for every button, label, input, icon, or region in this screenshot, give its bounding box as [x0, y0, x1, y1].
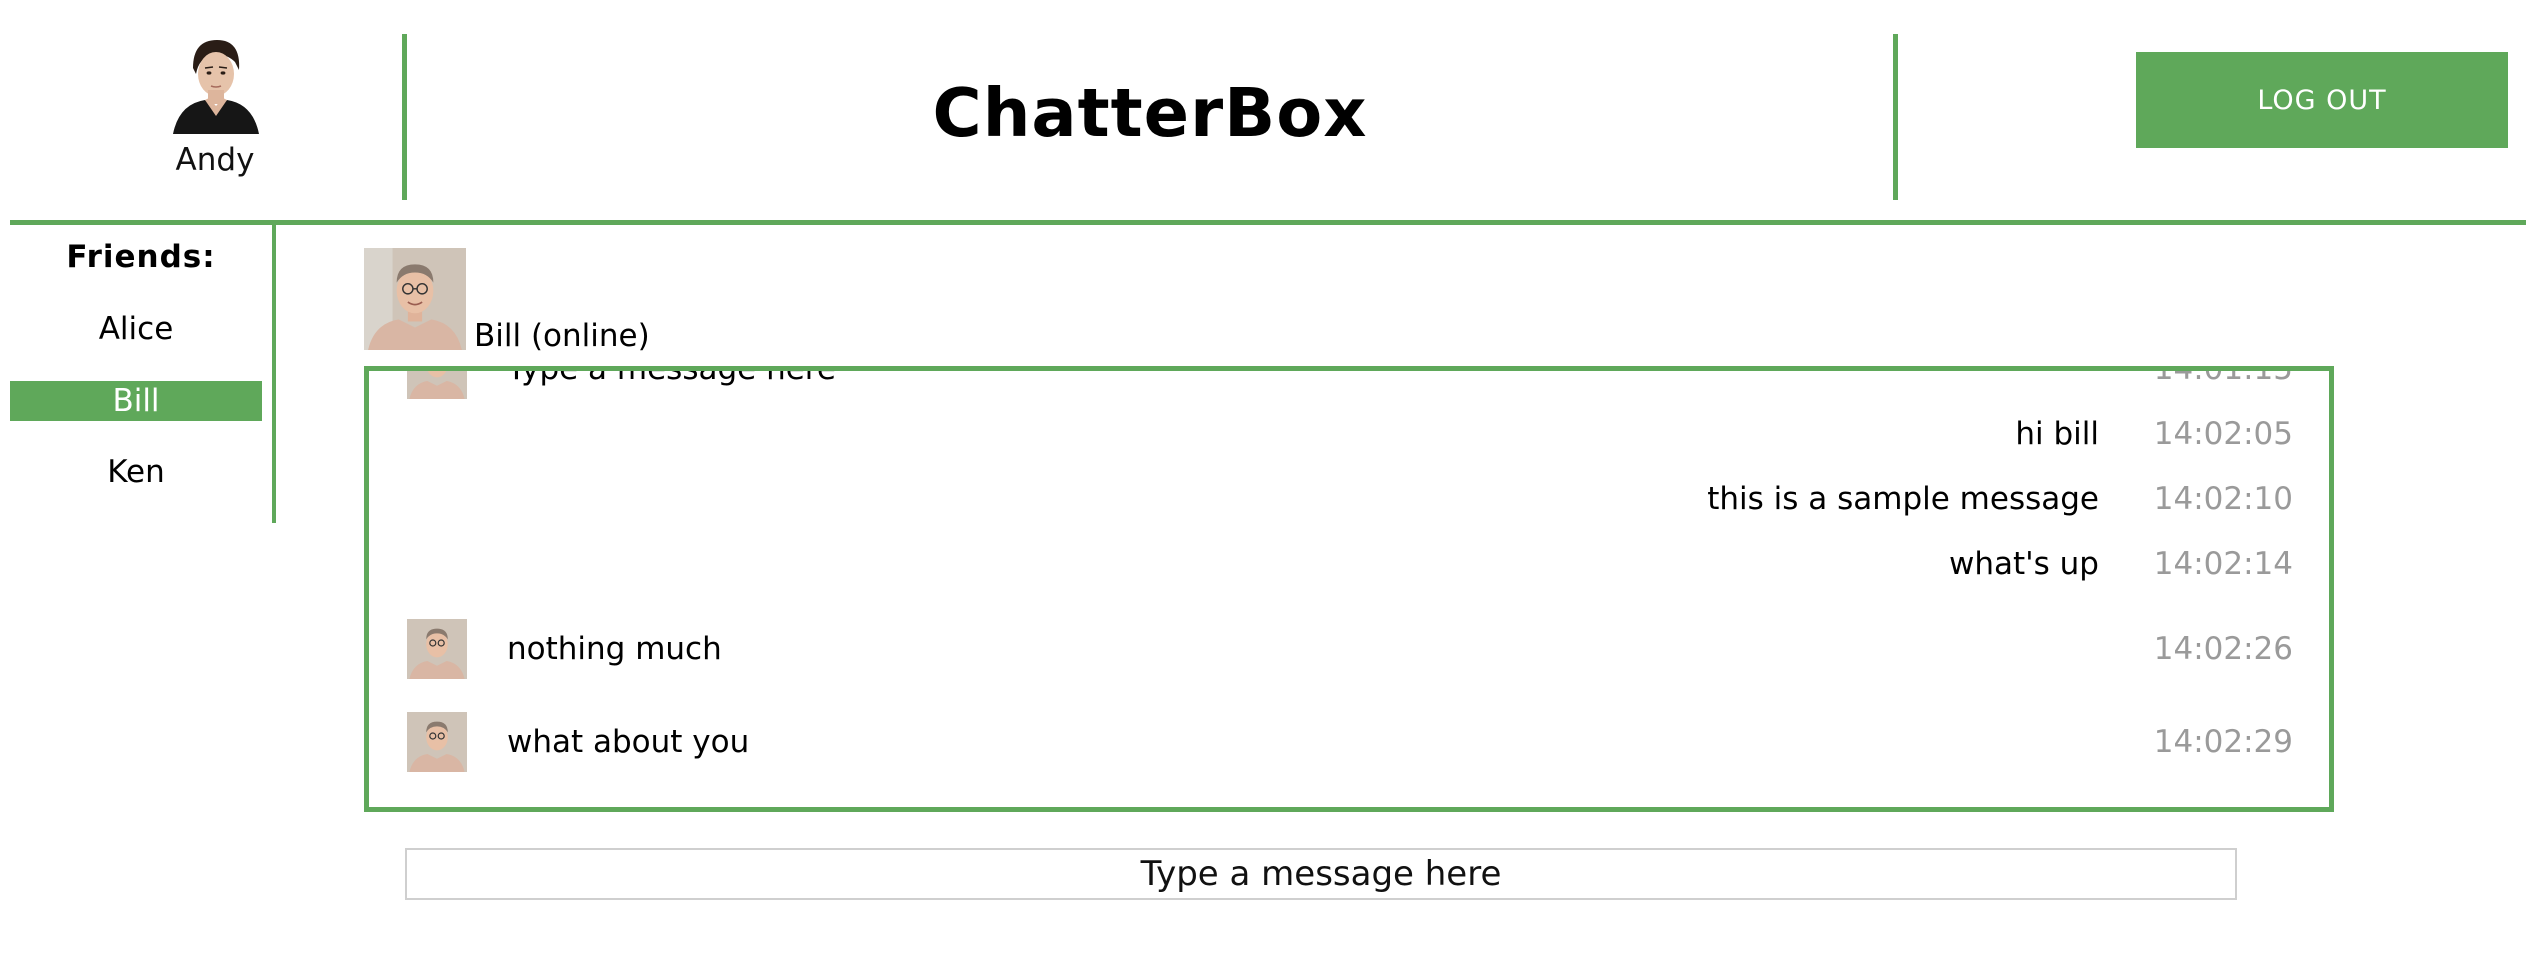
- message-time: 14:02:14: [2153, 546, 2293, 582]
- message-input[interactable]: [405, 848, 2237, 900]
- avatar-bill-icon: [406, 619, 468, 679]
- message-row: nothing much 14:02:26: [369, 619, 2329, 679]
- message-row: this is a sample message 14:02:10: [369, 481, 2329, 541]
- friends-heading: Friends:: [66, 239, 216, 275]
- message-text: what's up: [1948, 546, 2099, 582]
- message-row: Type a message here 14:01:15: [369, 366, 2329, 399]
- message-row: hi bill 14:02:05: [369, 416, 2329, 476]
- header-divider: [10, 220, 2526, 225]
- app-title: ChatterBox: [932, 74, 1368, 152]
- friends-sidebar: Friends: Alice Bill Ken: [10, 225, 276, 523]
- message-text: hi bill: [2015, 416, 2099, 452]
- contact-status: Bill (online): [474, 318, 650, 354]
- message-time: 14:02:10: [2153, 481, 2293, 517]
- avatar-andy-icon: [165, 34, 265, 134]
- message-list[interactable]: Type a message here 14:01:15 hi bill 14:…: [364, 366, 2334, 812]
- message-text: what about you: [507, 724, 750, 760]
- message-text: Type a message here: [507, 366, 836, 387]
- chat-app: Andy ChatterBox LOG OUT Friends: Alice B…: [0, 0, 2536, 976]
- friend-item-alice[interactable]: Alice: [10, 309, 262, 349]
- message-text: this is a sample message: [1707, 481, 2099, 517]
- message-time: 14:02:05: [2153, 416, 2293, 452]
- friend-item-ken[interactable]: Ken: [10, 452, 262, 492]
- avatar-bill-icon: [406, 712, 468, 772]
- logout-button[interactable]: LOG OUT: [2136, 52, 2508, 148]
- message-row: what about you 14:02:29: [369, 712, 2329, 772]
- message-time: 14:02:29: [2153, 724, 2293, 760]
- current-user: Andy: [120, 34, 310, 178]
- message-time: 14:01:15: [2153, 366, 2293, 387]
- avatar-bill-icon: [364, 248, 466, 350]
- current-user-name: Andy: [175, 142, 255, 178]
- message-row: what's up 14:02:14: [369, 546, 2329, 606]
- message-time: 14:02:26: [2153, 631, 2293, 667]
- friend-item-bill[interactable]: Bill: [10, 381, 262, 421]
- message-text: nothing much: [507, 631, 722, 667]
- avatar-bill-icon: [406, 371, 468, 399]
- header-divider-right: [1893, 34, 1898, 200]
